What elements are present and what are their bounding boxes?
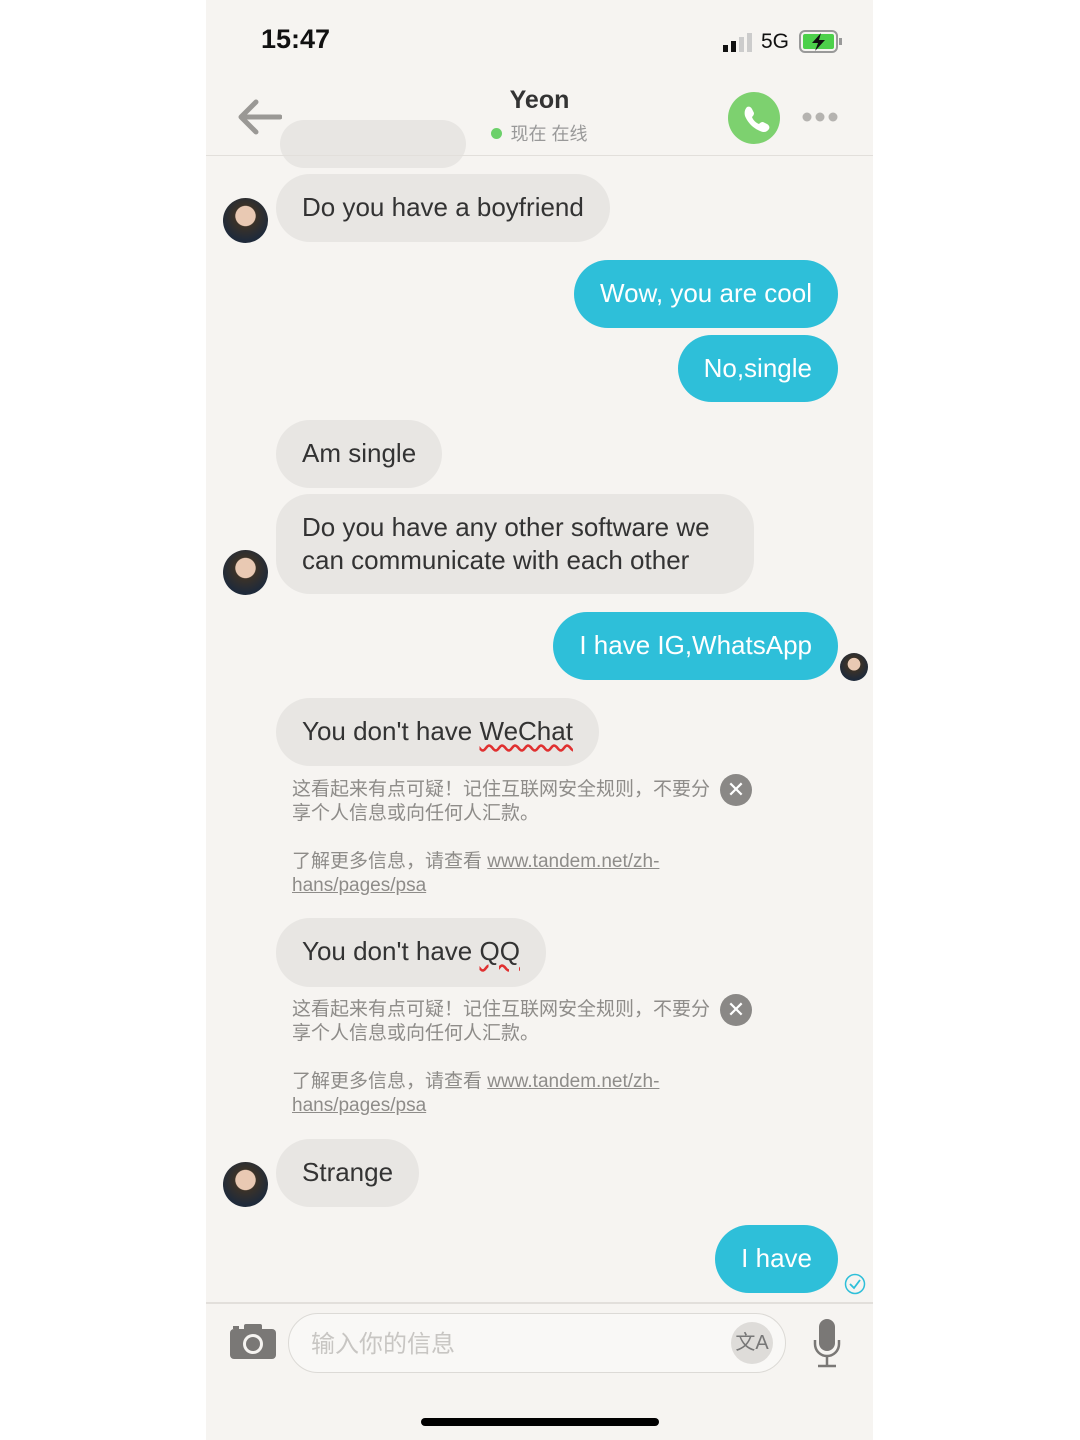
flagged-word: QQ bbox=[479, 936, 520, 966]
close-icon[interactable]: ✕ bbox=[720, 994, 752, 1026]
message-bubble: You don't have WeChat bbox=[276, 698, 599, 766]
read-avatar bbox=[840, 653, 868, 681]
message-bubble: You don't have QQ bbox=[276, 918, 546, 987]
message-input[interactable]: 文A bbox=[288, 1313, 786, 1373]
message-bubble: Am single bbox=[276, 420, 443, 488]
translate-button[interactable]: 文A bbox=[731, 1322, 773, 1364]
battery-icon bbox=[799, 30, 843, 59]
home-indicator[interactable] bbox=[421, 1418, 659, 1426]
ellipsis-icon bbox=[802, 112, 838, 122]
avatar[interactable] bbox=[223, 1162, 268, 1207]
message-bubble: I have bbox=[715, 1225, 838, 1293]
microphone-button[interactable] bbox=[812, 1318, 842, 1373]
safety-warning: 这看起来有点可疑！记住互联网安全规则，不要分享个人信息或向任何人汇款。 了解更多… bbox=[292, 999, 711, 1116]
camera-icon bbox=[230, 1324, 276, 1359]
message-bubble: Strange bbox=[276, 1139, 420, 1207]
message-bubble: Do you have any other software we can co… bbox=[276, 494, 754, 594]
status-time: 15:47 bbox=[261, 24, 331, 54]
message-field[interactable] bbox=[309, 1326, 713, 1362]
partial-message-bubble bbox=[280, 120, 466, 168]
safety-warning: 这看起来有点可疑！记住互联网安全规则，不要分享个人信息或向任何人汇款。 了解更多… bbox=[292, 779, 711, 896]
message-bubble: Do you have a boyfriend bbox=[276, 174, 610, 242]
camera-button[interactable] bbox=[230, 1323, 276, 1364]
header-divider-overlay bbox=[206, 155, 873, 156]
signal-icon bbox=[723, 32, 753, 57]
microphone-icon bbox=[813, 1319, 841, 1368]
online-dot-icon bbox=[491, 128, 503, 139]
chat-screen: 15:47 5G Yeon 现在 在线 Do you have a boyfri… bbox=[206, 0, 873, 1440]
close-icon[interactable]: ✕ bbox=[720, 774, 752, 806]
message-bubble: No,single bbox=[677, 335, 838, 402]
read-check-icon bbox=[844, 1273, 866, 1300]
network-label: 5G bbox=[761, 30, 790, 53]
avatar[interactable] bbox=[223, 550, 268, 595]
avatar[interactable] bbox=[223, 198, 268, 243]
message-bubble: Wow, you are cool bbox=[574, 260, 838, 328]
more-button[interactable] bbox=[802, 110, 838, 128]
message-bubble: I have IG,WhatsApp bbox=[553, 612, 838, 680]
composer-divider bbox=[206, 1302, 873, 1304]
flagged-word: WeChat bbox=[479, 716, 573, 746]
call-button[interactable] bbox=[728, 92, 780, 144]
phone-icon bbox=[744, 106, 770, 133]
